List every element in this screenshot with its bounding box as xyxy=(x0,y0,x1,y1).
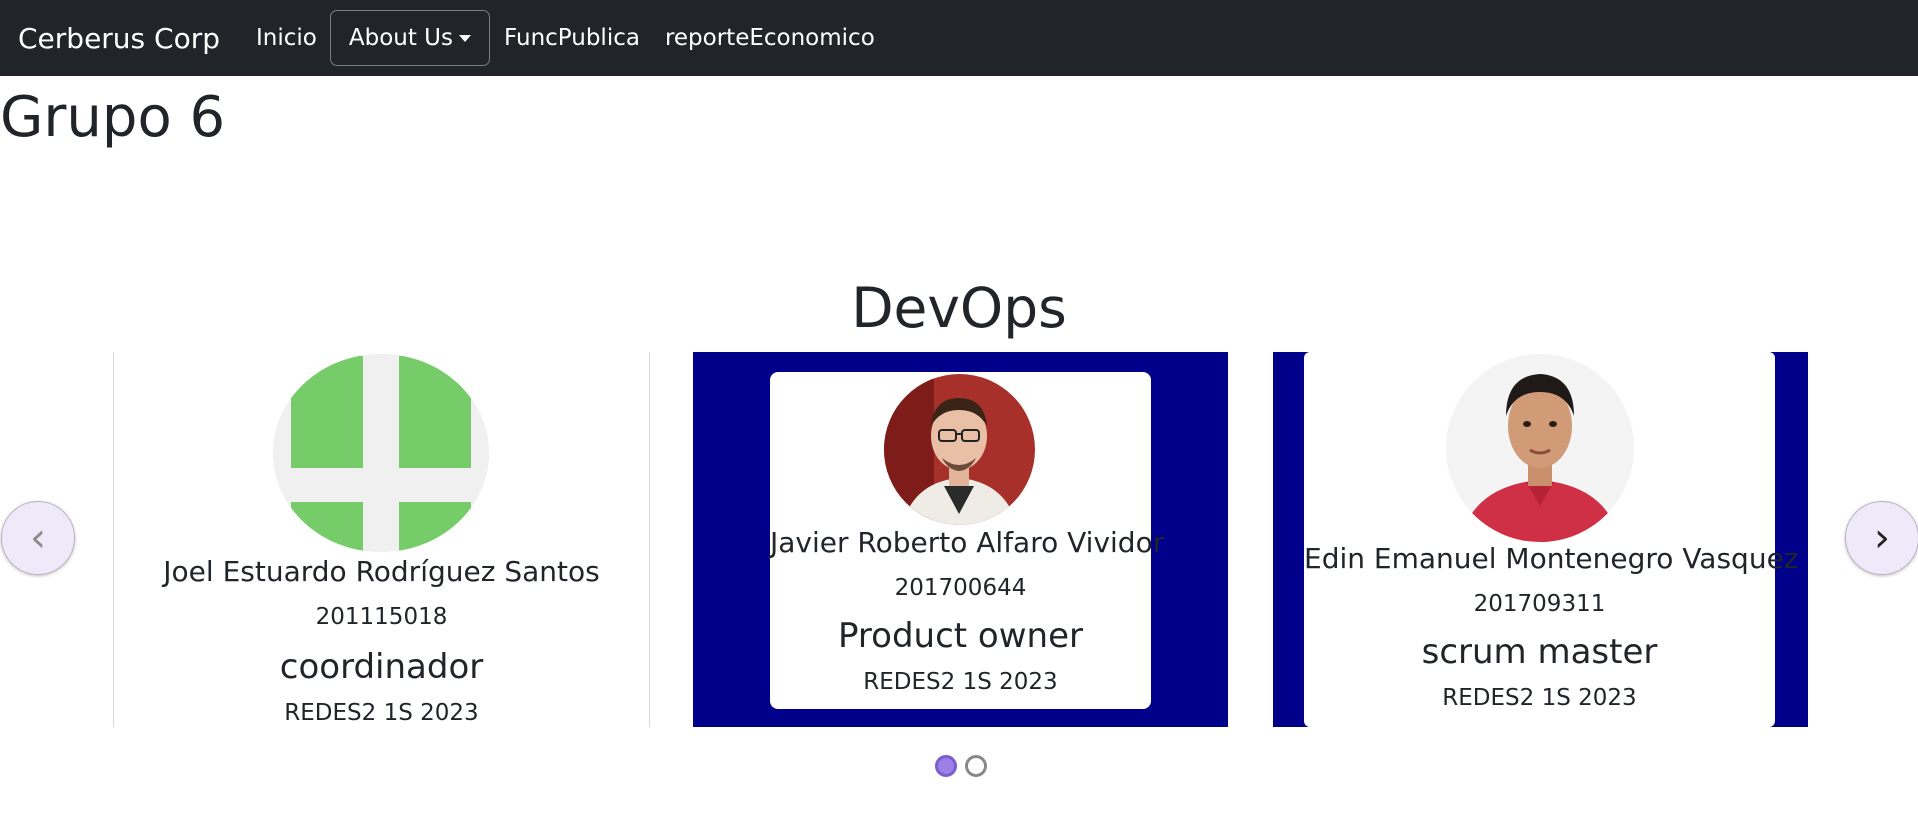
member-course: REDES2 1S 2023 xyxy=(284,700,479,726)
carousel-indicator[interactable] xyxy=(965,755,987,777)
carousel-next-button[interactable]: › xyxy=(1845,501,1918,575)
identicon-avatar xyxy=(273,354,489,552)
person-photo-icon xyxy=(884,374,1035,525)
caret-down-icon xyxy=(459,34,472,42)
member-role: coordinador xyxy=(279,647,484,687)
carousel-prev-button[interactable]: ‹ xyxy=(1,501,75,575)
page-title: Grupo 6 xyxy=(0,85,226,150)
nav-link-about-us[interactable]: About Us xyxy=(349,25,453,51)
member-carnet: 201115018 xyxy=(315,604,448,630)
carousel-indicator-active[interactable] xyxy=(935,755,957,777)
member-card: Javier Roberto Alfaro Vividor 201700644 … xyxy=(693,352,1228,727)
avatar xyxy=(884,374,1035,525)
member-name: Javier Roberto Alfaro Vividor xyxy=(770,526,1165,559)
member-role: scrum master xyxy=(1421,632,1658,672)
member-card-body: Edin Emanuel Montenegro Vasquez 20170931… xyxy=(1304,352,1799,727)
member-name: Edin Emanuel Montenegro Vasquez xyxy=(1304,542,1799,575)
person-photo-icon xyxy=(1446,354,1634,542)
member-card: Edin Emanuel Montenegro Vasquez 20170931… xyxy=(1273,352,1808,727)
chevron-right-icon: › xyxy=(1874,515,1890,561)
brand-link[interactable]: Cerberus Corp xyxy=(18,22,220,55)
member-card-body: Javier Roberto Alfaro Vividor 201700644 … xyxy=(770,372,1165,709)
member-course: REDES2 1S 2023 xyxy=(863,669,1058,695)
member-carnet: 201709311 xyxy=(1473,591,1606,617)
member-role: Product owner xyxy=(838,616,1083,656)
member-course: REDES2 1S 2023 xyxy=(1442,685,1637,711)
nav-link-reporteeconomico[interactable]: reporteEconomico xyxy=(665,25,875,51)
green-identicon-icon xyxy=(273,354,489,552)
member-carnet: 201700644 xyxy=(894,575,1027,601)
about-us-dropdown[interactable]: About Us xyxy=(329,10,491,66)
navbar: Cerberus Corp Inicio About Us FuncPublic… xyxy=(0,0,1918,76)
member-name: Joel Estuardo Rodríguez Santos xyxy=(163,555,600,588)
section-title: DevOps xyxy=(851,276,1067,340)
nav-link-inicio[interactable]: Inicio xyxy=(256,25,317,51)
member-card: Joel Estuardo Rodríguez Santos 201115018… xyxy=(113,352,650,727)
chevron-left-icon: ‹ xyxy=(30,515,46,561)
nav-link-funcpublica[interactable]: FuncPublica xyxy=(504,25,640,51)
avatar xyxy=(1446,354,1634,542)
